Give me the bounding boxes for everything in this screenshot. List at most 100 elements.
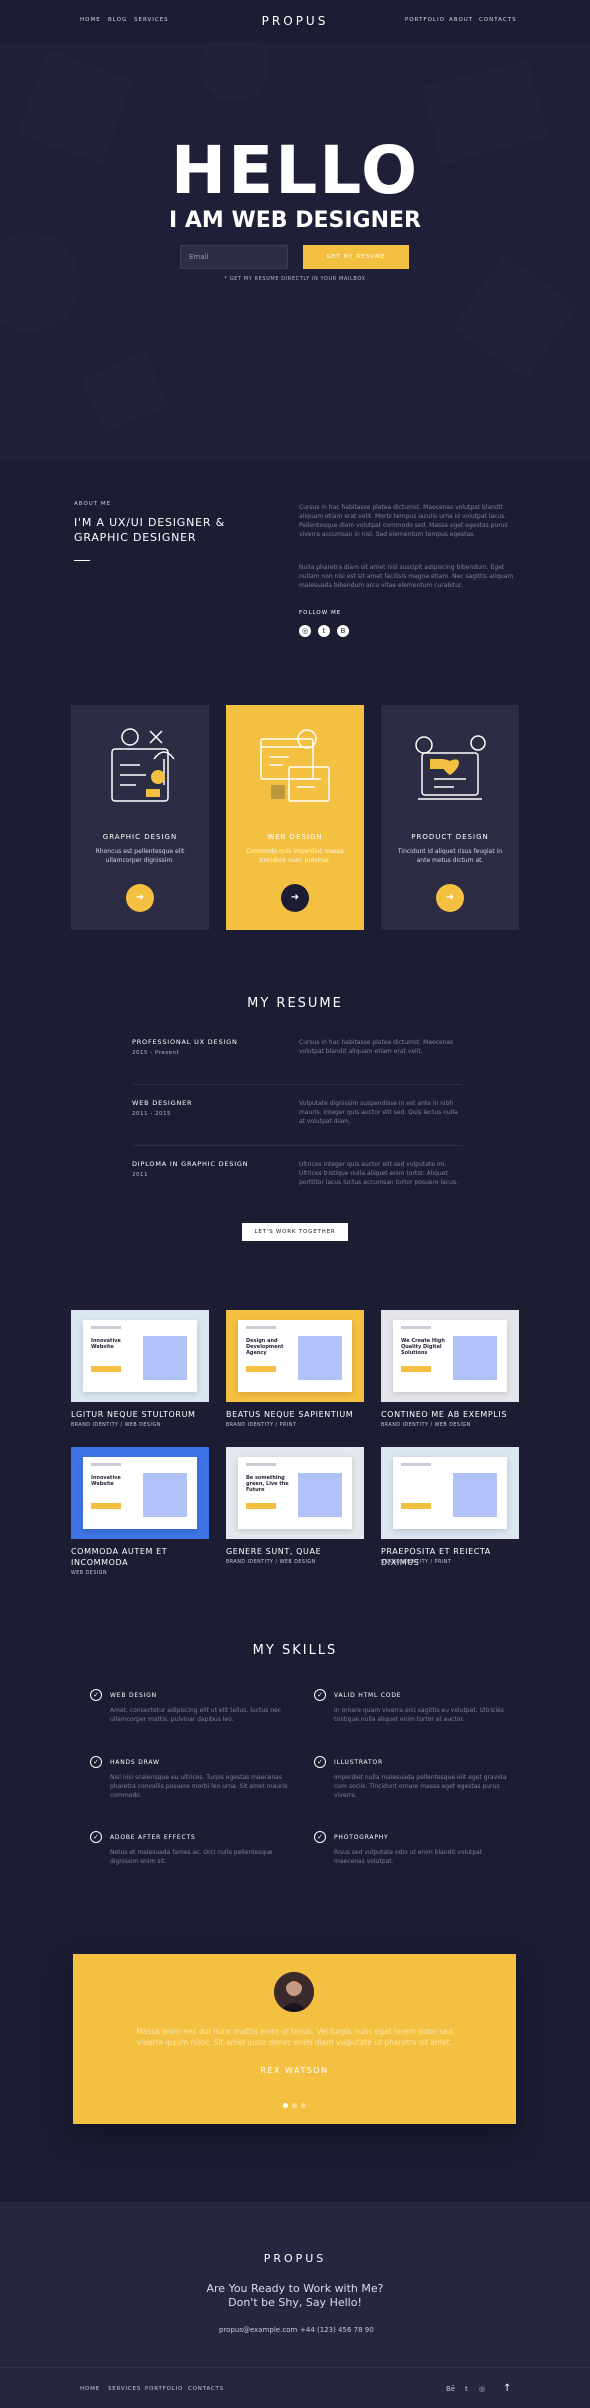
mockup-image <box>298 1336 342 1380</box>
mockup-screen: Design and Development Agency <box>238 1320 352 1392</box>
skill-title: PHOTOGRAPHY <box>334 1834 389 1841</box>
portfolio-thumbnail[interactable]: Be something green, Live the Future <box>226 1447 364 1539</box>
service-title: PRODUCT DESIGN <box>411 833 489 841</box>
mockup-headline: Innovative Website <box>91 1475 121 1487</box>
skill-description: Netus et malesuada fames ac. Orci nulla … <box>110 1849 273 1865</box>
portfolio-title[interactable]: COMMODA AUTEM ET INCOMMODA <box>71 1546 211 1568</box>
dribbble-icon[interactable]: ◎ <box>299 625 311 637</box>
mockup-screen: Innovative Website <box>83 1457 197 1529</box>
decor-shape <box>80 350 170 434</box>
dribbble-icon[interactable]: ◎ <box>479 2385 485 2393</box>
portfolio-thumbnail[interactable]: Design and Development Agency <box>226 1310 364 1402</box>
footer-nav-contacts[interactable]: CONTACTS <box>188 2386 224 2392</box>
portfolio-category: BRAND IDENTITY / WEB DESIGN <box>226 1560 316 1565</box>
skill-description: Amet, consectetur adipiscing elit ut eli… <box>110 1707 282 1723</box>
arrow-right-icon[interactable]: ➜ <box>281 884 309 912</box>
about-paragraph: Cursus in hac habitasse platea dictumst.… <box>299 504 508 538</box>
skill-description: In ornare quam viverra orci sagittis eu … <box>334 1707 504 1723</box>
divider <box>132 1145 462 1146</box>
portfolio-category: BRAND IDENTITY / PRINT <box>381 1560 452 1565</box>
behance-icon[interactable]: B <box>337 625 349 637</box>
resume-item-date: 2011 <box>132 1172 148 1178</box>
behance-icon[interactable]: Bē <box>446 2385 455 2393</box>
service-title: GRAPHIC DESIGN <box>102 833 178 841</box>
skill-title: ADOBE AFTER EFFECTS <box>110 1834 196 1841</box>
service-card-product-design[interactable]: PRODUCT DESIGN Tincidunt id aliquet risu… <box>381 705 519 930</box>
portfolio-title[interactable]: CONTINEO ME AB EXEMPLIS <box>381 1409 521 1420</box>
scroll-top-icon[interactable]: ↑ <box>503 2383 511 2394</box>
divider <box>132 1084 462 1085</box>
carousel-dot[interactable] <box>283 2103 288 2108</box>
nav-portfolio[interactable]: PORTFOLIO <box>405 17 445 23</box>
nav-about[interactable]: ABOUT <box>449 17 473 23</box>
graphic-design-illustration <box>111 728 175 802</box>
product-design-illustration <box>415 735 486 800</box>
carousel-dot[interactable] <box>292 2103 297 2108</box>
about-label: ABOUT ME <box>74 501 112 507</box>
get-resume-button[interactable]: GET MY RESUME <box>303 245 409 269</box>
mockup-image <box>453 1336 497 1380</box>
portfolio-thumbnail[interactable]: Innovative Website <box>71 1447 209 1539</box>
service-description: Rhoncus est pellentesque elit ullamcorpe… <box>95 848 185 864</box>
footer-phone[interactable]: +44 (123) 456 78 90 <box>300 2326 374 2334</box>
mockup-button <box>91 1366 121 1372</box>
top-navigation: HOME BLOG SERVICES PROPUS PORTFOLIO ABOU… <box>0 0 590 42</box>
hero-section <box>0 42 590 462</box>
hero-note: * GET MY RESUME DIRECTLY IN YOUR MAILBOX <box>224 276 366 282</box>
portfolio-category: WEB DESIGN <box>71 1571 108 1576</box>
service-card-web-design[interactable]: WEB DESIGN Commodo quis imperdiet massa … <box>226 705 364 930</box>
mockup-screen: We Create High Quality Digital Solutions <box>393 1320 507 1392</box>
carousel-dot[interactable] <box>301 2103 306 2108</box>
avatar <box>274 1972 314 2012</box>
footer-logo[interactable]: PROPUS <box>0 2252 590 2265</box>
footer-nav-home[interactable]: HOME <box>80 2386 100 2392</box>
skill-description: Imperdiet nulla malesuada pellentesque e… <box>334 1774 507 1799</box>
portfolio-thumbnail[interactable]: Innovative Website <box>71 1310 209 1402</box>
twitter-icon[interactable]: t <box>318 625 330 637</box>
skill-title: HANDS DRAW <box>110 1759 160 1766</box>
resume-title: MY RESUME <box>247 996 343 1011</box>
portfolio-title[interactable]: BEATUS NEQUE SAPIENTIUM <box>226 1409 366 1420</box>
skills-title: MY SKILLS <box>252 1643 338 1658</box>
portfolio-category: BRAND IDENTITY / WEB DESIGN <box>71 1423 161 1428</box>
mockup-button <box>401 1503 431 1509</box>
decor-shape <box>0 232 80 332</box>
portfolio-thumbnail[interactable]: We Create High Quality Digital Solutions <box>381 1310 519 1402</box>
follow-label: FOLLOW ME <box>299 610 342 616</box>
mockup-image <box>143 1473 187 1517</box>
about-heading: I'M A UX/UI DESIGNER & GRAPHIC DESIGNER <box>74 516 226 544</box>
resume-item-desc: Ultrices integer quis auctor elit sed vu… <box>299 1161 458 1186</box>
service-description: Tincidunt id aliquet risus feugiat in an… <box>397 848 503 864</box>
skill-description: Risus sed vulputate odio ut enim blandit… <box>334 1849 483 1865</box>
footer-nav-services[interactable]: SERVICES <box>108 2386 141 2392</box>
footer-email[interactable]: propus@example.com <box>219 2326 297 2334</box>
footer: PROPUS Are You Ready to Work with Me? Do… <box>0 2202 590 2408</box>
mockup-headline: We Create High Quality Digital Solutions <box>401 1338 445 1356</box>
service-description: Commodo quis imperdiet massa tincidunt n… <box>246 848 344 864</box>
service-card-graphic-design[interactable]: GRAPHIC DESIGN Rhoncus est pellentesque … <box>71 705 209 930</box>
check-icon: ✓ <box>90 1689 102 1701</box>
mockup-image <box>143 1336 187 1380</box>
mockup-button <box>246 1503 276 1509</box>
portfolio-title[interactable]: LGITUR NEQUE STULTORUM <box>71 1409 211 1420</box>
portfolio-category: BRAND IDENTITY / WEB DESIGN <box>381 1423 471 1428</box>
check-icon: ✓ <box>90 1756 102 1768</box>
arrow-right-icon[interactable]: ➜ <box>436 884 464 912</box>
email-input[interactable]: Email <box>180 245 288 269</box>
twitter-icon[interactable]: t <box>465 2385 468 2393</box>
resume-item-title: DIPLOMA IN GRAPHIC DESIGN <box>132 1160 249 1168</box>
check-icon: ✓ <box>314 1756 326 1768</box>
mockup-image <box>298 1473 342 1517</box>
nav-contacts[interactable]: CONTACTS <box>479 17 517 23</box>
portfolio-title[interactable]: GENERE SUNT, QUAE <box>226 1546 366 1557</box>
hero-title: HELLO <box>170 132 420 209</box>
skill-title: WEB DESIGN <box>110 1692 157 1699</box>
work-together-button[interactable]: LET'S WORK TOGETHER <box>242 1223 348 1241</box>
service-title: WEB DESIGN <box>267 833 323 841</box>
divider <box>0 2367 590 2368</box>
footer-nav-portfolio[interactable]: PORTFOLIO <box>145 2386 183 2392</box>
portfolio-thumbnail[interactable] <box>381 1447 519 1539</box>
hero-subtitle: I AM WEB DESIGNER <box>169 208 421 233</box>
mockup-button <box>401 1366 431 1372</box>
arrow-right-icon[interactable]: ➜ <box>126 884 154 912</box>
